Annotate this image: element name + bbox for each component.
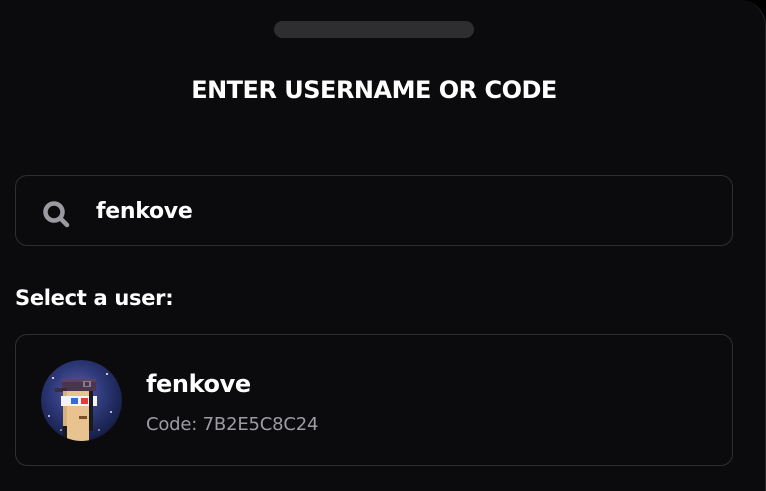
user-name: fenkove [146,370,251,398]
search-icon [43,201,70,228]
user-code: Code: 7B2E5C8C24 [146,414,319,435]
pixel-avatar-icon [41,360,122,441]
user-picker-sheet: ENTER USERNAME OR CODE Select a user: [0,0,766,491]
drag-handle[interactable] [274,21,474,38]
select-user-label: Select a user: [15,286,174,310]
search-input[interactable] [96,196,696,226]
user-result-item[interactable]: fenkove Code: 7B2E5C8C24 [15,334,733,466]
search-field[interactable] [15,175,733,246]
sheet-title: ENTER USERNAME OR CODE [191,76,557,104]
